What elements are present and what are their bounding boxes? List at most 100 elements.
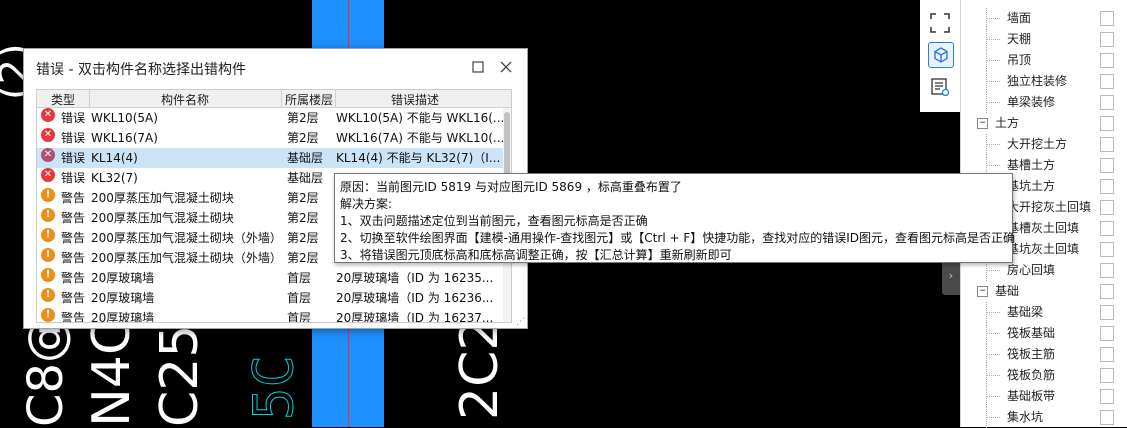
- row-floor: 第2层: [287, 251, 319, 265]
- tree-item[interactable]: 筏板负筋: [961, 365, 1127, 386]
- error-row[interactable]: ! 警告 20厚玻璃墙 首层 20厚玻璃墙（ID 为 16237...: [37, 308, 503, 323]
- error-detail-tooltip: 原因：当前图元ID 5819 与对应图元ID 5869 ，标高重叠布置了 解决方案…: [334, 173, 1015, 263]
- chevron-right-icon: ›: [948, 268, 954, 282]
- row-description[interactable]: 20厚玻璃墙（ID 为 16237...: [336, 308, 493, 322]
- row-floor: 第2层: [287, 231, 319, 245]
- tree-item-checkbox[interactable]: [1100, 389, 1114, 404]
- scrollbar-thumb[interactable]: [504, 112, 510, 182]
- row-component-name[interactable]: 200厚蒸压加气混凝土砌块: [91, 208, 234, 228]
- column-header-floor[interactable]: 所属楼层: [285, 91, 333, 108]
- tooltip-line: 解决方案:: [340, 197, 393, 211]
- row-component-name[interactable]: KL14(4): [91, 148, 138, 168]
- tree-item-label: 房心回填: [1007, 263, 1056, 277]
- row-component-name[interactable]: WKL16(7A): [91, 128, 158, 148]
- tree-item-checkbox[interactable]: [1100, 410, 1114, 425]
- tree-item-checkbox[interactable]: [1100, 137, 1114, 152]
- column-header-description[interactable]: 错误描述: [391, 91, 439, 108]
- tree-item-label: 基础梁: [1007, 305, 1044, 319]
- tree-item-checkbox[interactable]: [1100, 263, 1114, 278]
- row-component-name[interactable]: 20厚玻璃墙: [91, 308, 154, 322]
- tree-item-checkbox[interactable]: [1100, 116, 1114, 131]
- tree-item[interactable]: 基础梁: [961, 302, 1127, 323]
- error-row[interactable]: ! 警告 20厚玻璃墙 首层 20厚玻璃墙（ID 为 16236...: [37, 288, 503, 308]
- tree-item-checkbox[interactable]: [1100, 221, 1114, 236]
- row-description[interactable]: WKL16(7A) 不能与 WKL10(...: [336, 128, 504, 148]
- row-type: 警告: [61, 311, 86, 323]
- row-component-name[interactable]: WKL10(5A): [91, 108, 158, 128]
- row-description[interactable]: WKL10(5A) 不能与 WKL16(...: [336, 108, 504, 128]
- tree-connector: [986, 312, 1000, 313]
- tree-item[interactable]: 吊顶: [961, 50, 1127, 71]
- row-component-name[interactable]: 200厚蒸压加气混凝土砌块: [91, 188, 234, 208]
- error-row[interactable]: ✕ 错误 WKL10(5A) 第2层 WKL10(5A) 不能与 WKL16(...: [37, 108, 504, 128]
- tree-item-checkbox[interactable]: [1100, 158, 1114, 173]
- tree-item[interactable]: 天棚: [961, 29, 1127, 50]
- list-view-icon[interactable]: [928, 75, 952, 99]
- collapse-icon[interactable]: −: [977, 118, 988, 129]
- cad-label: 2C2: [450, 317, 510, 420]
- maximize-button[interactable]: [469, 58, 487, 76]
- row-type: 错误: [61, 171, 86, 185]
- close-button[interactable]: [497, 58, 515, 76]
- tooltip-line: 1、双击问题描述定位到当前图元，查看图元标高是否正确: [340, 214, 648, 228]
- row-type: 警告: [61, 231, 86, 245]
- row-component-name[interactable]: 200厚蒸压加气混凝土砌块（外墙）: [91, 228, 282, 248]
- tree-item[interactable]: 筏板基础: [961, 323, 1127, 344]
- tree-group[interactable]: − 基础: [961, 281, 1127, 302]
- cube-view-icon[interactable]: [928, 42, 954, 68]
- tree-item-checkbox[interactable]: [1100, 200, 1114, 215]
- tree-item-checkbox[interactable]: [1100, 11, 1114, 26]
- tree-item[interactable]: 基础板带: [961, 386, 1127, 407]
- error-icon: ✕: [41, 168, 55, 182]
- tree-item[interactable]: 单梁装修: [961, 92, 1127, 113]
- tree-item[interactable]: 独立柱装修: [961, 71, 1127, 92]
- tree-item[interactable]: 房心回填: [961, 260, 1127, 281]
- tree-connector: [986, 375, 1000, 376]
- tree-item-checkbox[interactable]: [1100, 368, 1114, 383]
- tree-item-label: 基坑灰土回填: [1007, 242, 1080, 256]
- tree-item-checkbox[interactable]: [1100, 53, 1114, 68]
- warning-icon: !: [41, 248, 55, 262]
- row-type: 错误: [61, 151, 86, 165]
- warning-icon: !: [41, 308, 55, 322]
- tree-item-checkbox[interactable]: [1100, 326, 1114, 341]
- cad-label: C8@: [18, 314, 74, 427]
- column-header-type[interactable]: 类型: [51, 91, 75, 108]
- tree-item-label: 基础: [995, 284, 1020, 298]
- tree-item-checkbox[interactable]: [1100, 347, 1114, 362]
- tree-item-label: 基坑土方: [1007, 179, 1056, 193]
- row-component-name[interactable]: KL32(7): [91, 168, 138, 188]
- tree-item[interactable]: 大开挖土方: [961, 134, 1127, 155]
- tree-item-label: 独立柱装修: [1007, 74, 1068, 88]
- tree-item-label: 基础板带: [1007, 389, 1056, 403]
- fullscreen-icon[interactable]: [928, 11, 952, 35]
- tree-item-checkbox[interactable]: [1100, 242, 1114, 257]
- row-floor: 首层: [287, 311, 312, 323]
- row-component-name[interactable]: 20厚玻璃墙: [91, 268, 154, 288]
- error-row[interactable]: ✕ 错误 KL14(4) 基础层 KL14(4) 不能与 KL32(7)（I...: [37, 148, 503, 168]
- error-icon: ✕: [41, 148, 55, 162]
- row-component-name[interactable]: 200厚蒸压加气混凝土砌块（外墙）: [91, 248, 282, 268]
- tree-item-checkbox[interactable]: [1100, 95, 1114, 110]
- tree-group[interactable]: − 土方: [961, 113, 1127, 134]
- tree-item[interactable]: 墙面: [961, 8, 1127, 29]
- row-description[interactable]: KL14(4) 不能与 KL32(7)（I...: [336, 148, 500, 168]
- row-type: 错误: [61, 111, 86, 125]
- row-type: 警告: [61, 251, 86, 265]
- error-row[interactable]: ✕ 错误 WKL16(7A) 第2层 WKL16(7A) 不能与 WKL10(...: [37, 128, 504, 148]
- row-description[interactable]: 20厚玻璃墙（ID 为 16235...: [336, 268, 493, 288]
- tree-item-checkbox[interactable]: [1100, 32, 1114, 47]
- row-description[interactable]: 20厚玻璃墙（ID 为 16236...: [336, 288, 493, 308]
- resize-grip-icon[interactable]: ⋰: [516, 317, 525, 327]
- tooltip-line: 3、将错误图元顶底标高和底标高调整正确，按【汇总计算】重新刷新即可: [340, 248, 732, 262]
- column-header-name[interactable]: 构件名称: [161, 91, 209, 108]
- tree-item-checkbox[interactable]: [1100, 305, 1114, 320]
- tree-item-checkbox[interactable]: [1100, 284, 1114, 299]
- tree-item[interactable]: 筏板主筋: [961, 344, 1127, 365]
- collapse-icon[interactable]: −: [977, 286, 988, 297]
- tree-item-checkbox[interactable]: [1100, 74, 1114, 89]
- row-component-name[interactable]: 20厚玻璃墙: [91, 288, 154, 308]
- tree-item-checkbox[interactable]: [1100, 179, 1114, 194]
- error-row[interactable]: ! 警告 20厚玻璃墙 首层 20厚玻璃墙（ID 为 16235...: [37, 268, 503, 288]
- tree-item[interactable]: 集水坑: [961, 407, 1127, 428]
